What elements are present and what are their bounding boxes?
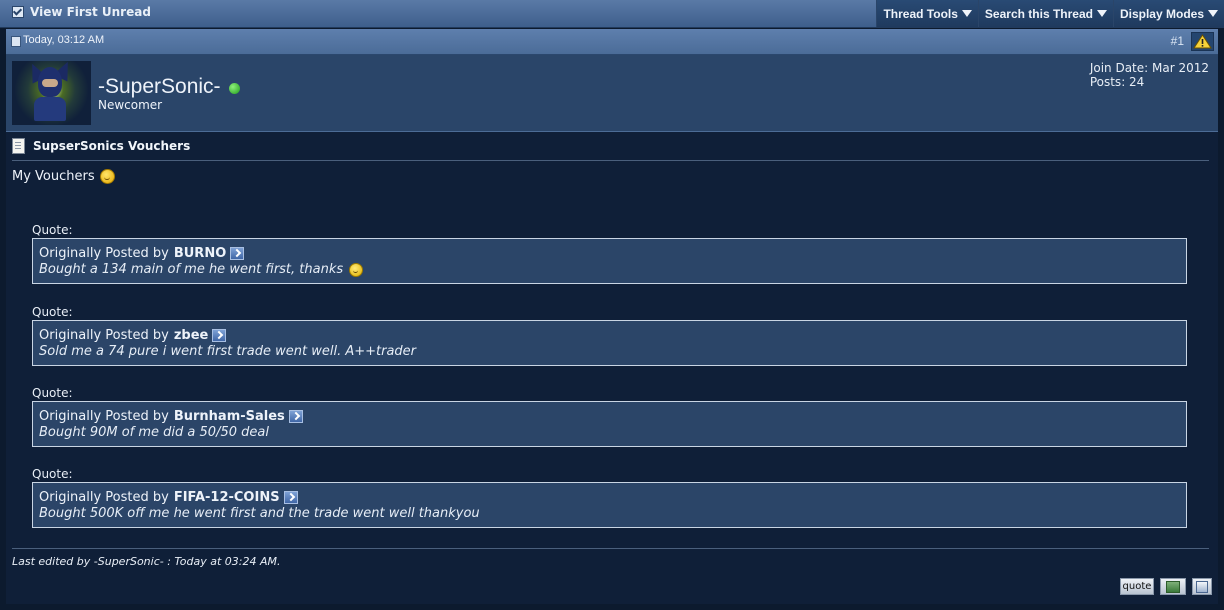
- multi-quote-icon: [1166, 580, 1180, 593]
- smiley-icon: [349, 262, 364, 277]
- online-status-icon: [228, 83, 240, 94]
- multi-quote-button[interactable]: [1160, 578, 1186, 595]
- quick-reply-button[interactable]: [1192, 578, 1212, 595]
- quote-label: Quote:: [32, 386, 73, 400]
- post-count: Posts: 24: [1089, 75, 1145, 89]
- quote-text: Sold me a 74 pure i went first trade wen…: [39, 344, 417, 359]
- divider: [12, 160, 1209, 161]
- quote-text: Bought 500K off me he went first and the…: [39, 506, 480, 521]
- quote-attribution: Originally Posted by Burnham-Sales: [39, 409, 303, 424]
- post-message: My Vouchers: [12, 169, 115, 184]
- thread-tools-menu[interactable]: Thread Tools: [876, 0, 978, 27]
- avatar[interactable]: [12, 61, 91, 125]
- dropdown-arrow-icon: [1096, 10, 1107, 17]
- quote-attribution: Originally Posted by BURNO: [39, 246, 245, 261]
- view-post-arrow-icon[interactable]: [288, 410, 303, 423]
- quote-label: Quote:: [32, 467, 73, 481]
- toolbar-menus: Thread Tools Search this Thread Display …: [876, 0, 1224, 27]
- username: -SuperSonic-: [98, 75, 221, 98]
- quote-text: Bought a 134 main of me he went first, t…: [39, 262, 364, 277]
- search-thread-menu[interactable]: Search this Thread: [977, 0, 1113, 27]
- view-post-arrow-icon[interactable]: [212, 329, 227, 342]
- post-date: Today, 03:12 AM: [23, 34, 105, 46]
- quote-prefix: Originally Posted by: [39, 328, 169, 343]
- post-body: SupserSonics Vouchers My Vouchers Quote:…: [6, 132, 1218, 604]
- last-edited-note: Last edited by -SuperSonic- : Today at 0…: [12, 555, 281, 568]
- post-title: SupserSonics Vouchers: [12, 138, 190, 154]
- quote-attribution: Originally Posted by zbee: [39, 328, 227, 343]
- view-first-unread-link[interactable]: View First Unread: [12, 5, 151, 19]
- quote-button[interactable]: quote: [1120, 578, 1154, 595]
- quote-box: Originally Posted by zbee Sold me a 74 p…: [32, 320, 1187, 366]
- quote-prefix: Originally Posted by: [39, 409, 169, 424]
- quote-author: Burnham-Sales: [173, 409, 285, 424]
- thread-toolbar: View First Unread Thread Tools Search th…: [0, 0, 1224, 28]
- dropdown-arrow-icon: [1208, 10, 1218, 17]
- post-title-text: SupserSonics Vouchers: [33, 139, 191, 153]
- report-post-button[interactable]: [1191, 32, 1214, 51]
- thread-tools-label: Thread Tools: [883, 6, 958, 21]
- user-info-bar: -SuperSonic- Newcomer Join Date: Mar 201…: [6, 55, 1218, 132]
- quote-attribution: Originally Posted by FIFA-12-COINS: [39, 490, 298, 505]
- join-date: Join Date: Mar 2012: [1089, 61, 1209, 75]
- user-stats: Join Date: Mar 2012 Posts: 24: [1090, 61, 1209, 89]
- document-icon: [12, 138, 25, 154]
- quote-text-content: Bought a 134 main of me he went first, t…: [39, 262, 344, 277]
- dropdown-arrow-icon: [961, 10, 972, 17]
- search-thread-label: Search this Thread: [984, 6, 1093, 21]
- quote-prefix: Originally Posted by: [39, 490, 169, 505]
- quick-reply-icon: [1196, 580, 1208, 593]
- divider: [12, 548, 1209, 549]
- quote-box: Originally Posted by BURNO Bought a 134 …: [32, 238, 1187, 284]
- view-post-arrow-icon[interactable]: [230, 247, 245, 260]
- post-action-buttons: quote: [1120, 578, 1212, 595]
- quote-author: zbee: [173, 328, 209, 343]
- display-modes-label: Display Modes: [1119, 6, 1204, 21]
- post-message-text: My Vouchers: [12, 169, 95, 184]
- post-status-icon: [11, 36, 21, 47]
- view-first-unread-label: View First Unread: [30, 5, 151, 19]
- post-header: Today, 03:12 AM #1: [6, 29, 1218, 55]
- display-modes-menu[interactable]: Display Modes: [1112, 0, 1224, 27]
- quote-author: BURNO: [173, 246, 227, 261]
- quote-box: Originally Posted by FIFA-12-COINS Bough…: [32, 482, 1187, 528]
- quote-box: Originally Posted by Burnham-Sales Bough…: [32, 401, 1187, 447]
- quote-label: Quote:: [32, 305, 73, 319]
- post-number-link[interactable]: #1: [1171, 34, 1184, 48]
- quote-label: Quote:: [32, 223, 73, 237]
- checkbox-icon: [12, 6, 24, 18]
- quote-text: Bought 90M of me did a 50/50 deal: [39, 425, 269, 440]
- username-link[interactable]: -SuperSonic-: [98, 75, 240, 99]
- quote-prefix: Originally Posted by: [39, 246, 169, 261]
- user-title: Newcomer: [98, 98, 163, 112]
- quote-author: FIFA-12-COINS: [173, 490, 280, 505]
- view-post-arrow-icon[interactable]: [283, 491, 298, 504]
- warning-icon: [1193, 34, 1212, 49]
- smiley-icon: [99, 169, 115, 184]
